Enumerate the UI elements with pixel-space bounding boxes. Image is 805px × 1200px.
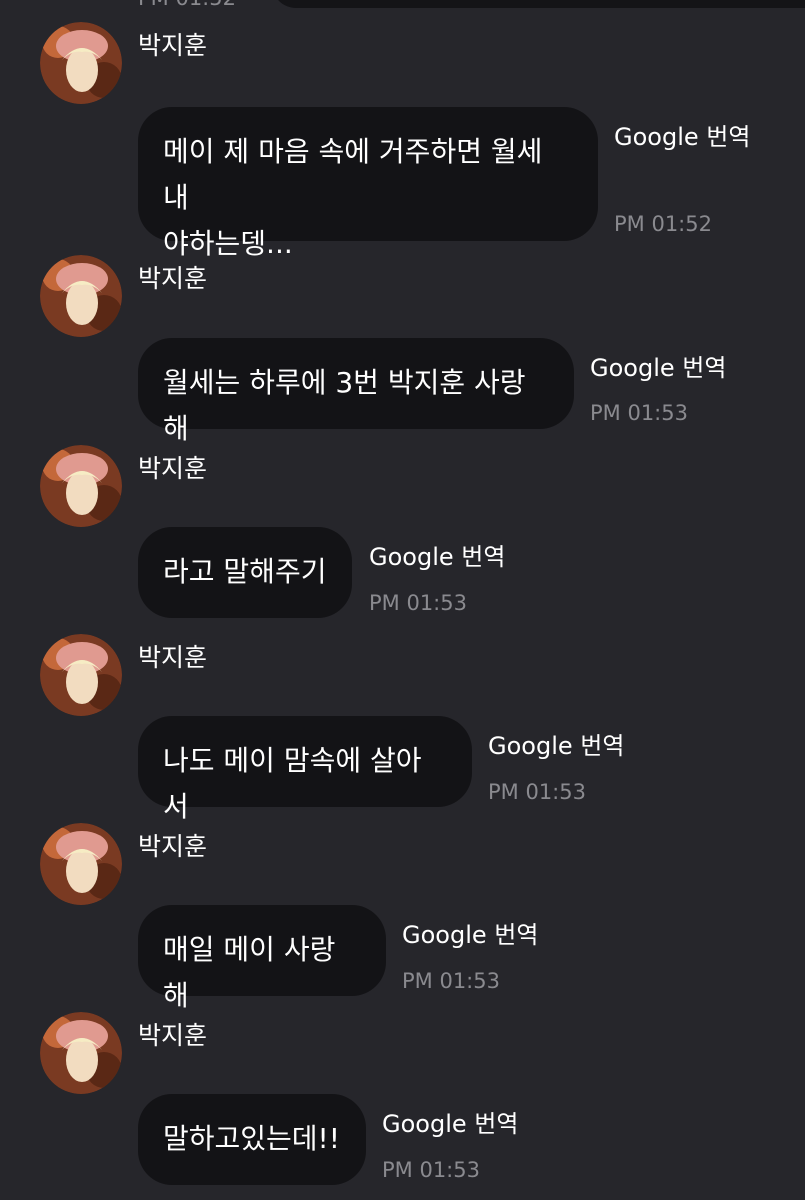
google-translate-link[interactable]: Google 번역 [402, 915, 538, 950]
chat-view[interactable]: PM 01:52 박지훈 메이 제 마음 속에 거주하면 월세 내 야하는뎅..… [0, 0, 805, 1200]
google-translate-link[interactable]: Google 번역 [590, 348, 726, 383]
avatar-image [40, 823, 122, 905]
message-bubble[interactable]: 월세는 하루에 3번 박지훈 사랑해 [138, 338, 574, 445]
message-bubble[interactable]: 말하고있는데!! [138, 1094, 366, 1185]
avatar-image [40, 634, 122, 716]
sender-name: 박지훈 [138, 454, 208, 483]
message-bubble[interactable]: 메이 제 마음 속에 거주하면 월세 내 야하는뎅... [138, 107, 598, 260]
previous-message-timestamp: PM 01:52 [138, 0, 236, 10]
message-text: 말하고있는데!! [163, 1122, 341, 1155]
google-translate-link[interactable]: Google 번역 [614, 117, 750, 152]
message-text: 나도 메이 맘속에 살아서 [163, 744, 422, 823]
sender-name: 박지훈 [138, 1021, 208, 1050]
message-bubble[interactable]: 나도 메이 맘속에 살아서 [138, 716, 472, 823]
message-bubble[interactable]: 라고 말해주기 [138, 527, 352, 618]
google-translate-link[interactable]: Google 번역 [382, 1104, 518, 1139]
avatar-image [40, 22, 122, 104]
google-translate-link[interactable]: Google 번역 [488, 726, 624, 761]
message-timestamp: PM 01:53 [488, 780, 586, 804]
message-timestamp: PM 01:53 [369, 591, 467, 615]
message-text: 메이 제 마음 속에 거주하면 월세 내 야하는뎅... [163, 135, 543, 260]
sender-avatar[interactable] [40, 1012, 122, 1094]
avatar-image [40, 1012, 122, 1094]
sender-name: 박지훈 [138, 643, 208, 672]
avatar-image [40, 445, 122, 527]
sender-avatar[interactable] [40, 823, 122, 905]
sender-avatar[interactable] [40, 22, 122, 104]
sender-name: 박지훈 [138, 31, 208, 60]
message-timestamp: PM 01:53 [402, 969, 500, 993]
message-timestamp: PM 01:52 [614, 212, 712, 236]
message-timestamp: PM 01:53 [590, 401, 688, 425]
message-text: 매일 메이 사랑해 [163, 933, 336, 1012]
sender-name: 박지훈 [138, 264, 208, 293]
message-timestamp: PM 01:53 [382, 1158, 480, 1182]
google-translate-link[interactable]: Google 번역 [369, 537, 505, 572]
sender-name: 박지훈 [138, 832, 208, 861]
sender-avatar[interactable] [40, 445, 122, 527]
previous-message-bubble[interactable] [272, 0, 805, 8]
sender-avatar[interactable] [40, 634, 122, 716]
message-text: 라고 말해주기 [163, 555, 327, 588]
sender-avatar[interactable] [40, 255, 122, 337]
message-bubble[interactable]: 매일 메이 사랑해 [138, 905, 386, 1012]
message-text: 월세는 하루에 3번 박지훈 사랑해 [163, 366, 526, 445]
avatar-image [40, 255, 122, 337]
